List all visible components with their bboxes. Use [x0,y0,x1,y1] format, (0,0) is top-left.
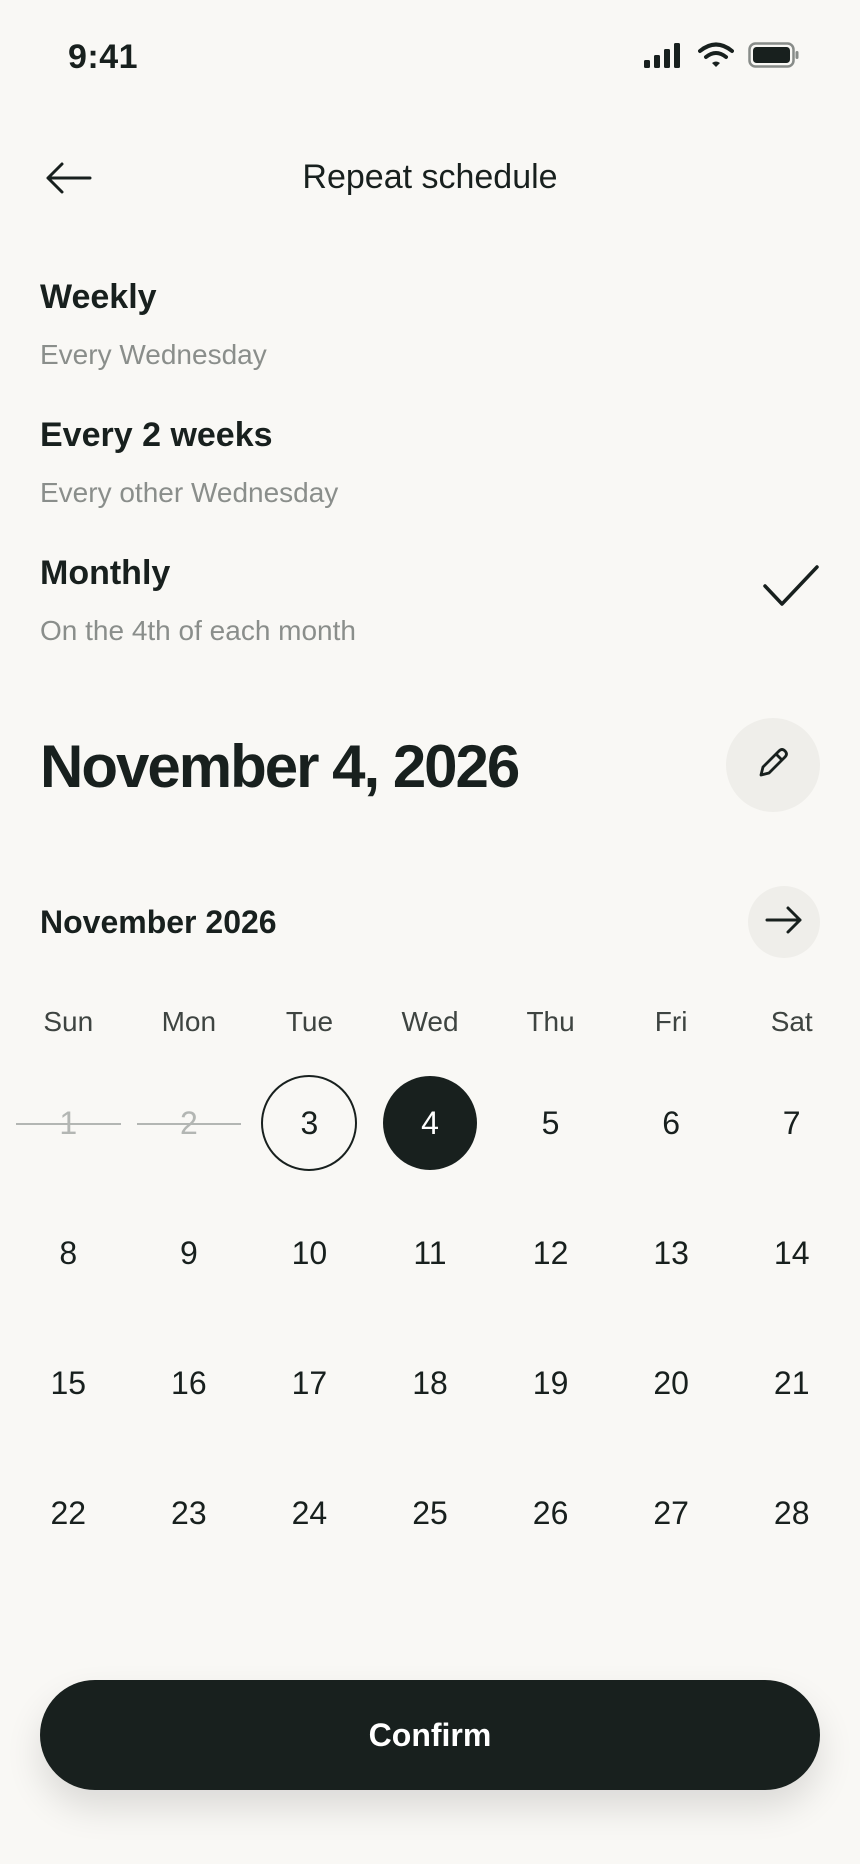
next-month-button[interactable] [748,886,820,958]
weekday-label: Thu [526,1006,575,1037]
calendar-day-number: 12 [532,1234,569,1271]
weekday-label: Tue [285,1006,334,1037]
calendar-day-number: 14 [773,1234,810,1271]
weekday-header: Sun Mon Tue Wed Thu Fri Sat [8,1006,852,1038]
option-monthly[interactable]: Monthly On the 4th of each month [40,554,820,647]
calendar-day[interactable]: 13 [611,1194,732,1312]
calendar-day[interactable]: 9 [129,1194,250,1312]
calendar-day-number: 25 [412,1494,448,1531]
calendar-day-number: 7 [782,1104,801,1141]
weekday-label: Mon [161,1006,217,1037]
calendar-grid: 1 2 3 4 5 6 7 8 9 10 11 12 13 14 15 16 17 18 19 20 21 22 23 24 2… [8,1064,852,1584]
calendar-day[interactable]: 6 [611,1064,732,1182]
calendar-day-number: 4 [421,1104,439,1141]
calendar-day-number: 6 [662,1104,681,1141]
header: Repeat schedule [0,140,860,220]
calendar-day-number: 23 [171,1494,207,1531]
status-bar: 9:41 [0,0,860,110]
arrow-right-icon [764,905,804,940]
calendar-day[interactable]: 10 [249,1194,370,1312]
option-title: Monthly [40,554,171,592]
calendar-day-number: 26 [532,1494,569,1531]
calendar-day[interactable]: 19 [490,1324,611,1442]
weekday-label: Sat [770,1006,813,1037]
selected-date-title: November 4, 2026 [40,733,520,800]
calendar-day[interactable]: 16 [129,1324,250,1442]
calendar-day-number: 10 [291,1234,328,1271]
status-time: 9:41 [68,38,139,76]
calendar-day-number: 17 [291,1364,328,1401]
pencil-icon [755,745,791,786]
calendar-day[interactable]: 21 [731,1324,852,1442]
option-every-2-weeks[interactable]: Every 2 weeks Every other Wednesday [40,416,820,509]
calendar-day-number: 9 [179,1234,198,1271]
calendar-day[interactable]: 4 [370,1064,491,1182]
calendar-day-number: 13 [653,1234,689,1271]
option-subtitle: Every other Wednesday [40,477,339,508]
option-subtitle: Every Wednesday [40,339,267,370]
calendar-day[interactable]: 24 [249,1454,370,1572]
calendar-day-number: 28 [773,1494,810,1531]
option-weekly[interactable]: Weekly Every Wednesday [40,278,820,371]
calendar-day-number: 19 [532,1364,569,1401]
calendar-day[interactable]: 23 [129,1454,250,1572]
option-title: Every 2 weeks [40,416,273,454]
calendar-day[interactable]: 3 [249,1064,370,1182]
calendar-day[interactable]: 18 [370,1324,491,1442]
weekday-label: Sun [43,1006,94,1037]
calendar-day[interactable]: 20 [611,1324,732,1442]
calendar-day[interactable]: 8 [8,1194,129,1312]
calendar-day-number: 18 [412,1364,448,1401]
status-icons [644,42,800,73]
page-title: Repeat schedule [302,158,558,196]
calendar-day[interactable]: 15 [8,1324,129,1442]
calendar-day-number: 11 [413,1234,447,1271]
weekday-label: Fri [654,1006,688,1037]
calendar-day-number: 15 [50,1364,87,1401]
calendar-day[interactable]: 12 [490,1194,611,1312]
calendar-day-number: 21 [773,1364,810,1401]
calendar-day[interactable]: 7 [731,1064,852,1182]
calendar-day[interactable]: 5 [490,1064,611,1182]
calendar-day-number: 1 [59,1104,78,1141]
calendar-day[interactable]: 17 [249,1324,370,1442]
calendar-day[interactable]: 14 [731,1194,852,1312]
calendar-day-number: 22 [50,1494,87,1531]
calendar-day[interactable]: 28 [731,1454,852,1572]
option-title: Weekly [40,278,157,316]
calendar-month-label: November 2026 [40,904,277,940]
calendar-day-number: 16 [171,1364,207,1401]
weekday-label: Wed [401,1006,459,1037]
calendar-day[interactable]: 11 [370,1194,491,1312]
confirm-button[interactable]: Confirm [40,1680,820,1790]
calendar-day[interactable]: 27 [611,1454,732,1572]
calendar-day: 1 [8,1064,129,1182]
calendar-day[interactable]: 25 [370,1454,491,1572]
calendar-day[interactable]: 26 [490,1454,611,1572]
battery-icon [748,42,800,73]
wifi-icon [698,42,734,73]
calendar-day[interactable]: 22 [8,1454,129,1572]
calendar-day: 2 [129,1064,250,1182]
calendar-day-number: 2 [179,1104,198,1141]
calendar-day-number: 20 [653,1364,689,1401]
calendar-day-number: 5 [541,1104,560,1141]
signal-icon [644,42,684,73]
checkmark-icon [762,564,820,613]
calendar-day-number: 27 [653,1494,689,1531]
option-subtitle: On the 4th of each month [40,615,356,646]
calendar-day-number: 3 [300,1104,319,1141]
calendar-day-number: 24 [291,1494,328,1531]
calendar-day-number: 8 [59,1234,78,1271]
edit-date-button[interactable] [726,718,820,812]
